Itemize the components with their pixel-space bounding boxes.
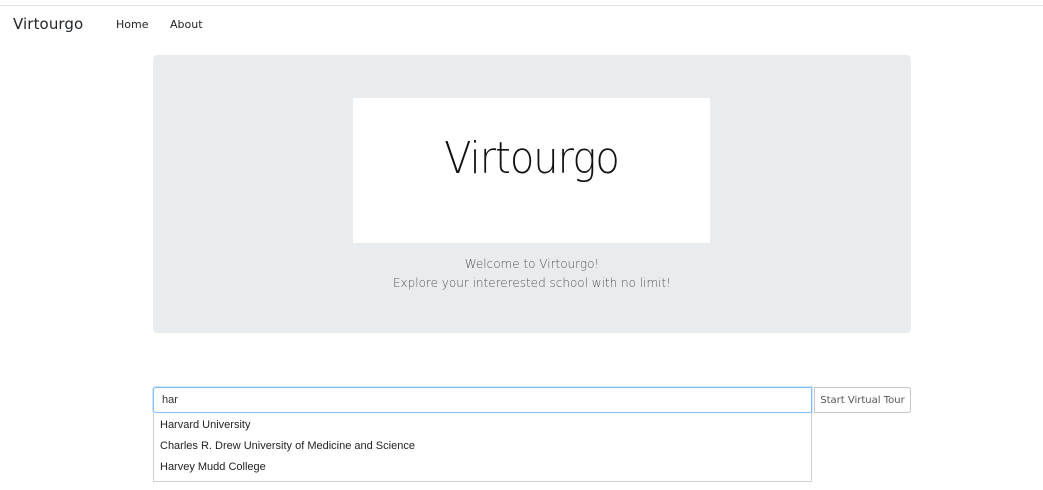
suggestion-item[interactable]: Charles R. Drew University of Medicine a…	[154, 436, 811, 457]
nav-link-home[interactable]: Home	[116, 18, 148, 31]
autocomplete-list: Harvard University Charles R. Drew Unive…	[153, 413, 812, 482]
school-search-input[interactable]	[153, 387, 812, 413]
hero-jumbotron: Virtourgo Welcome to Virtourgo! Explore …	[153, 55, 911, 333]
logo: Virtourgo	[444, 134, 620, 184]
welcome-message: Welcome to Virtourgo! Explore your inter…	[153, 255, 911, 293]
nav-link-about[interactable]: About	[170, 18, 203, 31]
logo-card: Virtourgo	[353, 98, 710, 243]
suggestion-item[interactable]: Harvey Mudd College	[154, 457, 811, 478]
start-virtual-tour-button[interactable]: Start Virtual Tour	[814, 387, 911, 413]
search-bar: Start Virtual Tour	[153, 387, 911, 413]
suggestion-item[interactable]: Harvard University	[154, 415, 811, 436]
navbar-brand[interactable]: Virtourgo	[13, 15, 83, 33]
tagline: Explore your intererested school with no…	[392, 276, 672, 290]
navbar: Virtourgo Home About	[0, 6, 1043, 46]
welcome-line: Welcome to Virtourgo!	[464, 257, 600, 271]
